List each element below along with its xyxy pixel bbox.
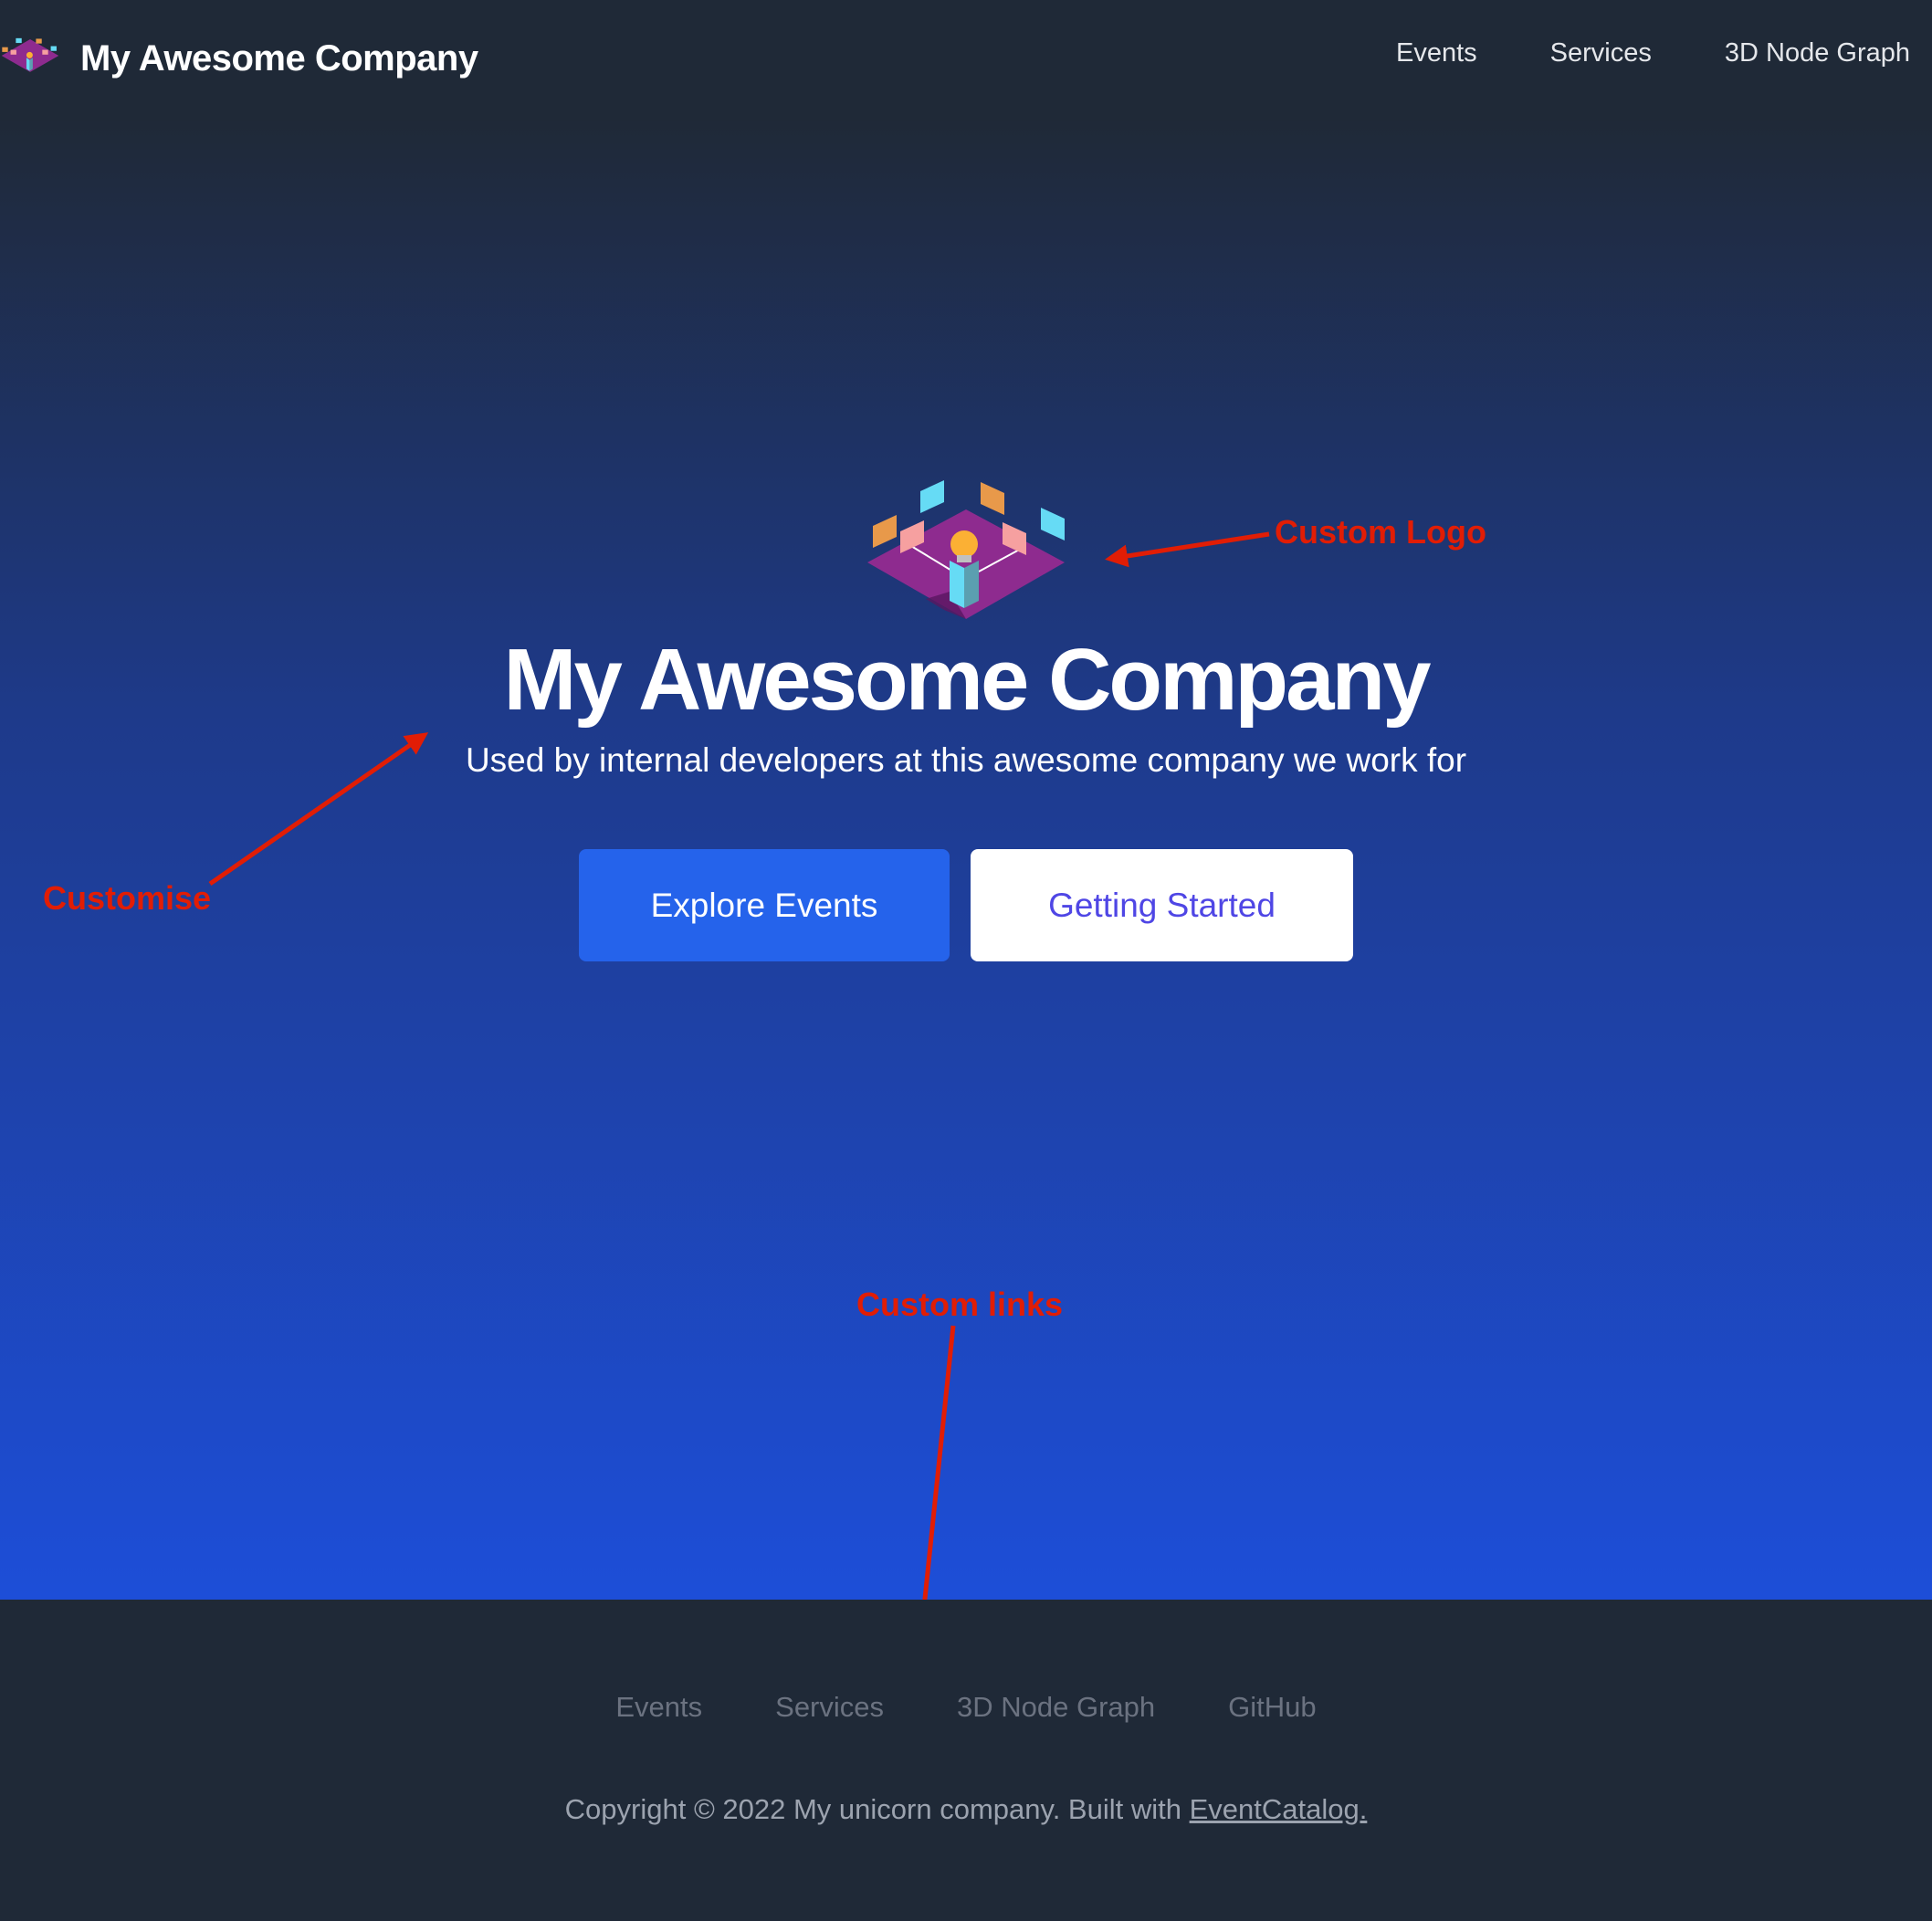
explore-events-button[interactable]: Explore Events <box>579 849 950 961</box>
annotation-custom-links: Custom links <box>856 1286 1064 1323</box>
eventcatalog-link[interactable]: EventCatalog. <box>1190 1793 1368 1825</box>
company-logo-icon <box>1 37 59 72</box>
footer-link-github[interactable]: GitHub <box>1228 1691 1316 1724</box>
hero-section <box>0 119 1932 1600</box>
brand-name: My Awesome Company <box>80 37 478 79</box>
nav-link-events[interactable]: Events <box>1396 38 1477 68</box>
footer-nav: Events Services 3D Node Graph GitHub <box>0 1691 1932 1724</box>
hero-title: My Awesome Company <box>503 631 1432 729</box>
nav-link-services[interactable]: Services <box>1550 38 1652 68</box>
nav-link-3d-node-graph[interactable]: 3D Node Graph <box>1725 38 1910 68</box>
brand-home-link[interactable]: My Awesome Company <box>0 33 478 84</box>
footer <box>0 1600 1932 1921</box>
footer-link-3d-node-graph[interactable]: 3D Node Graph <box>957 1691 1155 1724</box>
getting-started-button[interactable]: Getting Started <box>971 849 1353 961</box>
footer-link-services[interactable]: Services <box>775 1691 884 1724</box>
top-navbar: My Awesome Company Events Services 3D No… <box>0 0 1932 119</box>
primary-nav: Events Services 3D Node Graph <box>1396 38 1910 68</box>
copyright-text: Copyright © 2022 My unicorn company. Bui… <box>564 1793 1190 1825</box>
footer-link-events[interactable]: Events <box>615 1691 702 1724</box>
annotation-custom-logo: Custom Logo <box>1275 513 1486 551</box>
copyright: Copyright © 2022 My unicorn company. Bui… <box>0 1793 1932 1826</box>
hero-logo-icon <box>867 480 1065 619</box>
hero-subtitle: Used by internal developers at this awes… <box>465 741 1467 779</box>
annotation-customise: Customise <box>43 879 212 917</box>
